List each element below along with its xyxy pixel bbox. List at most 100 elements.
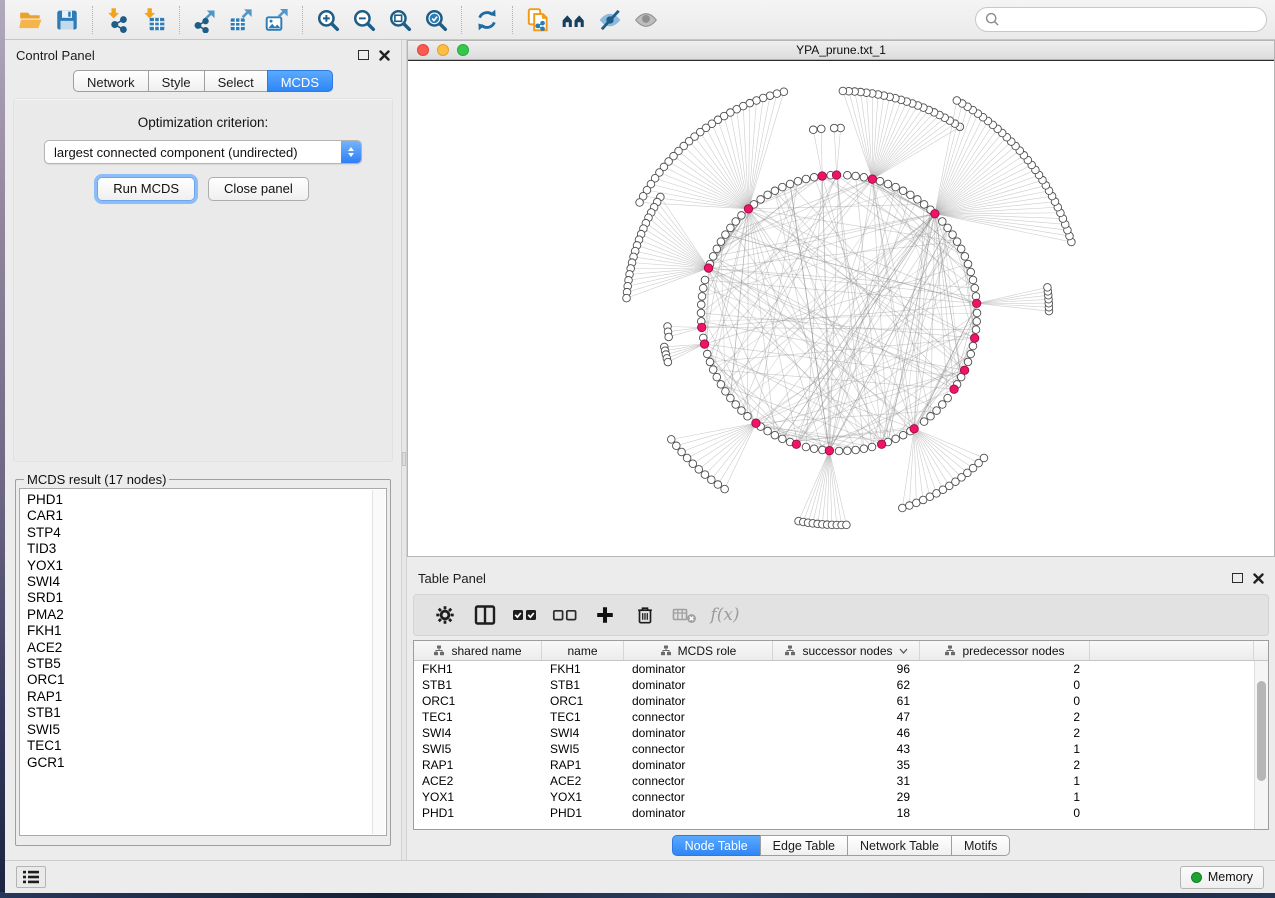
column-header-predecessor-nodes[interactable]: predecessor nodes [920,641,1090,660]
mcds-hub-node[interactable] [752,419,760,427]
search-input[interactable] [1006,12,1257,27]
graph-node[interactable] [876,177,884,185]
zoom-fit-icon[interactable] [382,4,418,36]
graph-node[interactable] [722,231,730,239]
mcds-hub-node[interactable] [698,323,706,331]
table-scrollbar[interactable] [1254,661,1268,829]
graph-node[interactable] [738,407,746,415]
column-header-mcds-role[interactable]: MCDS role [624,641,773,660]
table-row[interactable]: ORC1ORC1dominator610 [414,693,1254,709]
zoom-out-icon[interactable] [346,4,382,36]
graph-node[interactable] [971,284,979,292]
run-mcds-button[interactable]: Run MCDS [97,177,195,201]
table-row[interactable]: YOX1YOX1connector291 [414,789,1254,805]
graph-node[interactable] [967,268,975,276]
column-header-shared-name[interactable]: shared name [414,641,542,660]
graph-node[interactable] [683,454,691,462]
graph-node[interactable] [802,175,810,183]
mcds-result-list[interactable]: PHD1CAR1STP4TID3YOX1SWI4SRD1PMA2FKH1ACE2… [19,488,387,836]
graph-node[interactable] [779,183,787,191]
graph-node[interactable] [920,201,928,209]
graph-node[interactable] [884,180,892,188]
graph-node[interactable] [969,276,977,284]
mcds-hub-node[interactable] [700,340,708,348]
vertical-splitter[interactable] [401,40,407,860]
graph-node[interactable] [920,418,928,426]
mcds-hub-node[interactable] [950,385,958,393]
save-session-icon[interactable] [49,4,85,36]
graph-node[interactable] [771,431,779,439]
export-image-icon[interactable] [259,4,295,36]
graph-node[interactable] [664,358,672,366]
graph-node[interactable] [764,427,772,435]
mcds-hub-node[interactable] [818,172,826,180]
graph-node[interactable] [933,407,941,415]
mcds-result-item[interactable]: SWI4 [27,574,370,590]
show-column-panel-icon[interactable] [470,600,500,630]
graph-node[interactable] [927,412,935,420]
graph-node[interactable] [678,448,686,456]
table-settings-icon[interactable] [430,600,460,630]
zoom-selected-icon[interactable] [418,4,454,36]
import-network-icon[interactable] [100,4,136,36]
graph-node[interactable] [899,187,907,195]
close-panel-button[interactable]: Close panel [208,177,309,201]
graph-node[interactable] [852,446,860,454]
graph-node[interactable] [972,326,980,334]
graph-node[interactable] [721,485,729,493]
mcds-list-scrollbar[interactable] [372,490,385,834]
select-all-rows-icon[interactable] [510,600,540,630]
mcds-hub-node[interactable] [970,334,978,342]
mcds-result-item[interactable]: SRD1 [27,590,370,606]
graph-node[interactable] [727,224,735,232]
graph-node[interactable] [830,124,838,132]
apply-preferred-layout-icon[interactable] [469,4,505,36]
graph-node[interactable] [839,87,847,95]
graph-node[interactable] [786,180,794,188]
network-from-selection-icon[interactable] [520,4,556,36]
network-window-titlebar[interactable]: YPA_prune.txt_1 [408,41,1274,60]
graph-node[interactable] [964,358,972,366]
graph-node[interactable] [623,294,631,302]
graph-node[interactable] [892,183,900,191]
graph-node[interactable] [794,177,802,185]
export-table-icon[interactable] [223,4,259,36]
mcds-result-item[interactable]: STB5 [27,656,370,672]
table-row[interactable]: SWI5SWI5connector431 [414,741,1254,757]
mcds-hub-node[interactable] [792,440,800,448]
unselect-all-rows-icon[interactable] [550,600,580,630]
mcds-result-item[interactable]: TEC1 [27,738,370,754]
network-canvas[interactable] [408,60,1274,556]
graph-node[interactable] [809,126,817,134]
graph-node[interactable] [764,191,772,199]
table-scrollbar-thumb[interactable] [1257,681,1266,781]
graph-node[interactable] [738,212,746,220]
table-row[interactable]: STB1STB1dominator620 [414,677,1254,693]
graph-node[interactable] [868,443,876,451]
tab-network-table[interactable]: Network Table [847,835,952,856]
mcds-hub-node[interactable] [744,205,752,213]
graph-node[interactable] [701,276,709,284]
graph-node[interactable] [953,238,961,246]
graph-node[interactable] [938,401,946,409]
tab-style[interactable]: Style [148,70,205,92]
hide-selected-icon[interactable] [592,4,628,36]
search-box[interactable] [975,7,1267,32]
graph-node[interactable] [717,381,725,389]
optimization-criterion-select[interactable]: largest connected component (undirected) [44,140,362,164]
graph-node[interactable] [973,318,981,326]
graph-node[interactable] [701,471,709,479]
graph-node[interactable] [852,172,860,180]
mcds-result-item[interactable]: CAR1 [27,508,370,524]
mcds-hub-node[interactable] [910,425,918,433]
mcds-hub-node[interactable] [868,175,876,183]
graph-node[interactable] [967,350,975,358]
splitter-handle[interactable] [402,452,406,466]
graph-node[interactable] [892,435,900,443]
mcds-hub-node[interactable] [704,264,712,272]
graph-node[interactable] [779,435,787,443]
mcds-result-item[interactable]: SWI5 [27,722,370,738]
graph-node[interactable] [667,436,675,444]
graph-node[interactable] [860,445,868,453]
table-row[interactable]: SWI4SWI4dominator462 [414,725,1254,741]
